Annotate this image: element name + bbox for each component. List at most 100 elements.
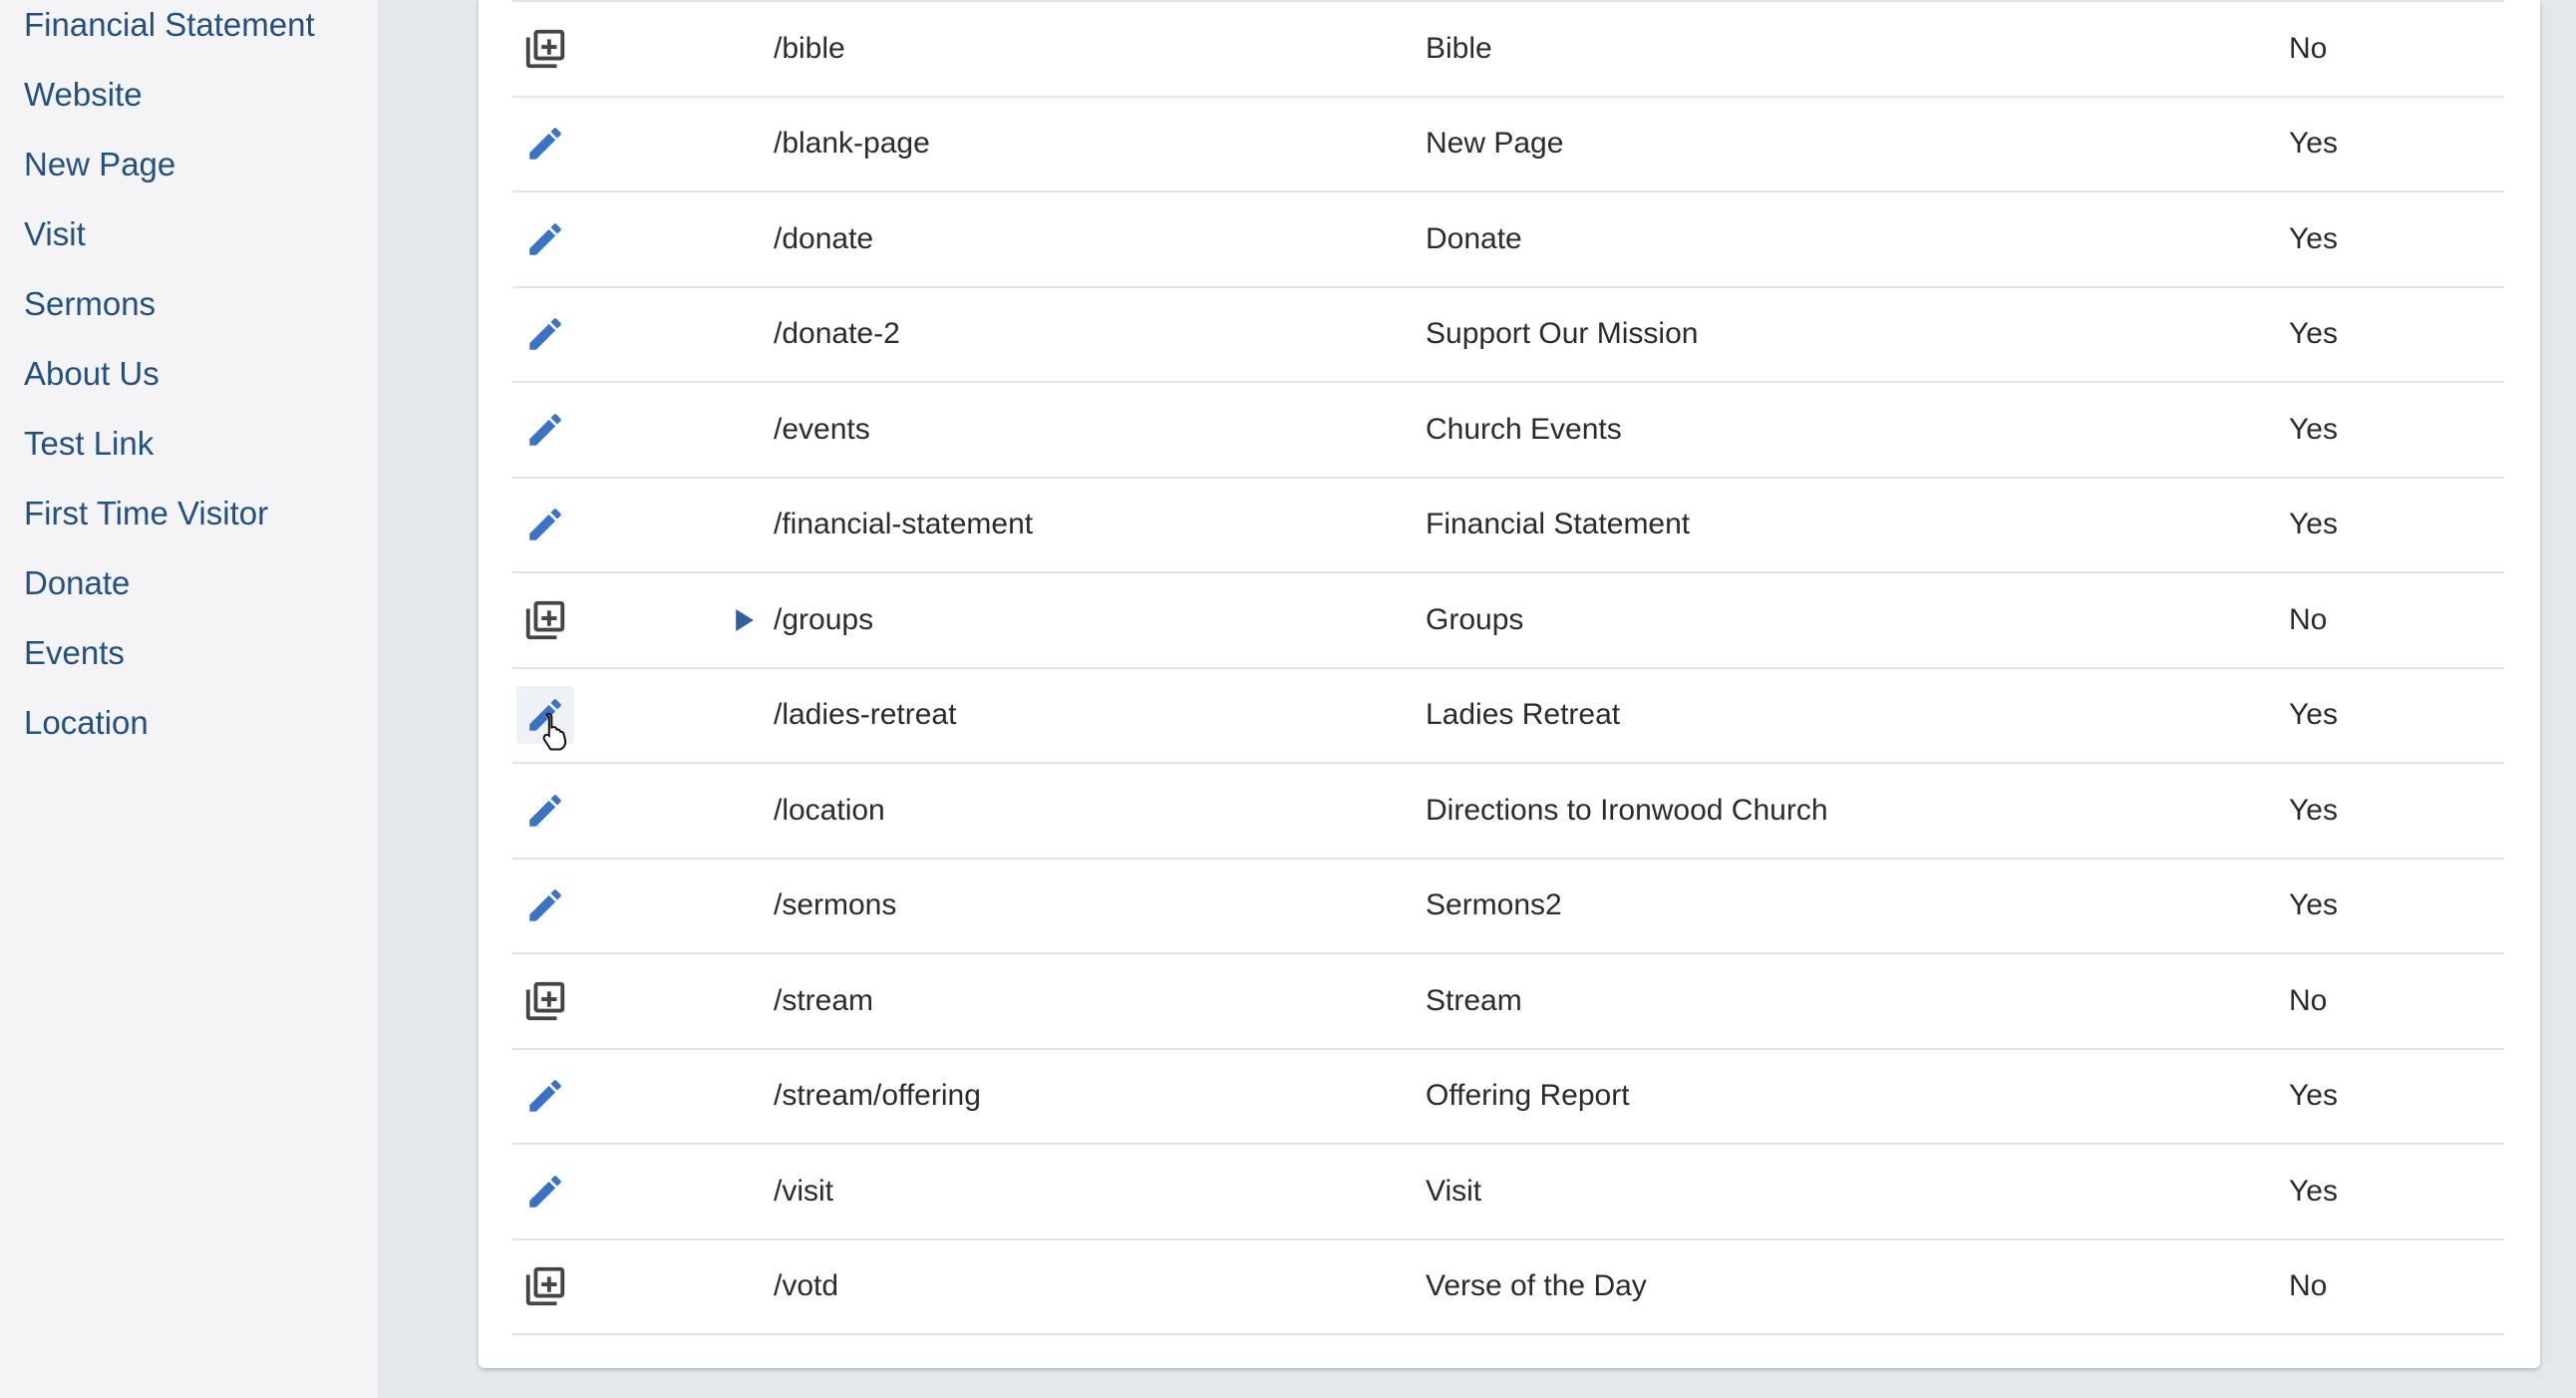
page-custom-status: Yes bbox=[2289, 412, 2338, 446]
page-title: Financial Statement bbox=[1426, 508, 1691, 541]
edit-page-button[interactable] bbox=[516, 1067, 574, 1125]
edit-page-button[interactable] bbox=[516, 1163, 574, 1221]
edit-pencil-icon bbox=[524, 409, 566, 451]
add-page-button[interactable] bbox=[516, 1257, 574, 1315]
sidebar-item-events[interactable]: Events bbox=[0, 628, 378, 698]
sidebar: Financial Statement Website New Page Visit S… bbox=[0, 0, 379, 1398]
add-page-button[interactable] bbox=[516, 20, 574, 78]
sidebar-item-first-time-visitor[interactable]: First Time Visitor bbox=[0, 489, 378, 558]
pages-table: /bible Bible No/blank-page New Page Yes/dona… bbox=[512, 0, 2504, 1335]
page-custom-status: No bbox=[2289, 983, 2328, 1017]
table-row: /events Church Events Yes bbox=[512, 383, 2504, 479]
sidebar-item-financial-statement[interactable]: Financial Statement bbox=[0, 0, 378, 70]
page-custom-status: Yes bbox=[2289, 1079, 2338, 1113]
sidebar-item-visit[interactable]: Visit bbox=[0, 209, 378, 279]
edit-page-button[interactable] bbox=[516, 401, 574, 459]
page-custom-status: Yes bbox=[2289, 221, 2338, 255]
page-title: Bible bbox=[1426, 31, 1492, 65]
sidebar-item-sermons[interactable]: Sermons bbox=[0, 279, 378, 349]
page-url: /financial-statement bbox=[774, 508, 1034, 541]
page-title: Ladies Retreat bbox=[1426, 698, 1621, 732]
table-row: /donate Donate Yes bbox=[512, 192, 2504, 288]
page-title: Offering Report bbox=[1426, 1079, 1630, 1113]
page-custom-status: Yes bbox=[2289, 127, 2338, 161]
sidebar-item-test-link[interactable]: Test Link bbox=[0, 419, 378, 489]
add-page-button[interactable] bbox=[516, 591, 574, 649]
sidebar-item-website[interactable]: Website bbox=[0, 70, 378, 140]
edit-page-button[interactable] bbox=[516, 305, 574, 363]
edit-page-button[interactable] bbox=[516, 876, 574, 934]
sidebar-item-donate[interactable]: Donate bbox=[0, 558, 378, 628]
sidebar-item-location[interactable]: Location bbox=[0, 698, 378, 768]
edit-pencil-icon bbox=[524, 790, 566, 832]
page-title: Support Our Mission bbox=[1426, 317, 1699, 351]
page-custom-status: No bbox=[2289, 1269, 2328, 1303]
table-row: /groups Groups No bbox=[512, 573, 2504, 669]
page-url: /visit bbox=[774, 1174, 833, 1208]
edit-page-button[interactable] bbox=[516, 782, 574, 840]
page-url: /ladies-retreat bbox=[774, 698, 957, 732]
table-row: /financial-statement Financial Statement Y… bbox=[512, 479, 2504, 573]
sidebar-item-new-page[interactable]: New Page bbox=[0, 140, 378, 209]
edit-page-button[interactable] bbox=[516, 686, 574, 751]
page-custom-status: Yes bbox=[2289, 888, 2338, 922]
edit-pencil-icon bbox=[524, 1171, 566, 1213]
page-url: /bible bbox=[774, 31, 845, 65]
sidebar-item-about-us[interactable]: About Us bbox=[0, 349, 378, 419]
page-url: /blank-page bbox=[774, 127, 930, 161]
main-content: /bible Bible No/blank-page New Page Yes/dona… bbox=[379, 0, 2576, 1398]
add-document-icon bbox=[522, 1263, 568, 1309]
table-row: /stream Stream No bbox=[512, 954, 2504, 1050]
edit-pencil-icon bbox=[524, 313, 566, 355]
page-url: /votd bbox=[774, 1269, 839, 1303]
table-row: /bible Bible No bbox=[512, 2, 2504, 98]
edit-pencil-icon bbox=[524, 218, 566, 260]
page-url: /donate bbox=[774, 221, 874, 255]
page-url: /events bbox=[774, 412, 870, 446]
edit-page-button[interactable] bbox=[516, 496, 574, 553]
pages-card: /bible Bible No/blank-page New Page Yes/dona… bbox=[479, 0, 2540, 1368]
page-title: Sermons2 bbox=[1426, 888, 1562, 922]
page-url: /donate-2 bbox=[774, 317, 900, 351]
page-title: Church Events bbox=[1426, 412, 1622, 446]
edit-pencil-icon bbox=[524, 1075, 566, 1117]
page-url: /sermons bbox=[774, 888, 897, 922]
page-title: Visit bbox=[1426, 1174, 1482, 1208]
edit-pencil-icon bbox=[524, 694, 566, 736]
table-row: /donate-2 Support Our Mission Yes bbox=[512, 288, 2504, 383]
page-title: New Page bbox=[1426, 127, 1564, 161]
table-row: /ladies-retreat Ladies Retreat Yes bbox=[512, 669, 2504, 764]
page-custom-status: No bbox=[2289, 602, 2328, 636]
page-title: Verse of the Day bbox=[1426, 1269, 1647, 1303]
page-url: /location bbox=[774, 793, 885, 827]
table-row: /sermons Sermons2 Yes bbox=[512, 860, 2504, 954]
table-row: /blank-page New Page Yes bbox=[512, 98, 2504, 192]
table-row: /votd Verse of the Day No bbox=[512, 1240, 2504, 1335]
add-document-icon bbox=[522, 26, 568, 72]
add-document-icon bbox=[522, 597, 568, 643]
edit-pencil-icon bbox=[524, 123, 566, 165]
add-document-icon bbox=[522, 978, 568, 1024]
table-row: /stream/offering Offering Report Yes bbox=[512, 1050, 2504, 1145]
edit-page-button[interactable] bbox=[516, 210, 574, 268]
add-page-button[interactable] bbox=[516, 972, 574, 1030]
page-custom-status: No bbox=[2289, 31, 2328, 65]
page-url: /stream/offering bbox=[774, 1079, 981, 1113]
edit-pencil-icon bbox=[524, 504, 566, 545]
table-row: /location Directions to Ironwood Church Ye… bbox=[512, 764, 2504, 860]
page-title: Donate bbox=[1426, 221, 1522, 255]
page-custom-status: Yes bbox=[2289, 317, 2338, 351]
expand-caret-icon[interactable] bbox=[730, 605, 760, 635]
edit-page-button[interactable] bbox=[516, 115, 574, 173]
table-row: /visit Visit Yes bbox=[512, 1145, 2504, 1240]
page-url: /groups bbox=[774, 602, 874, 636]
page-title: Directions to Ironwood Church bbox=[1426, 793, 1828, 827]
page-title: Groups bbox=[1426, 602, 1524, 636]
edit-pencil-icon bbox=[524, 884, 566, 926]
page-custom-status: Yes bbox=[2289, 508, 2338, 541]
page-custom-status: Yes bbox=[2289, 1174, 2338, 1208]
page-url: /stream bbox=[774, 983, 874, 1017]
page-custom-status: Yes bbox=[2289, 698, 2338, 732]
page-title: Stream bbox=[1426, 983, 1522, 1017]
page-custom-status: Yes bbox=[2289, 793, 2338, 827]
